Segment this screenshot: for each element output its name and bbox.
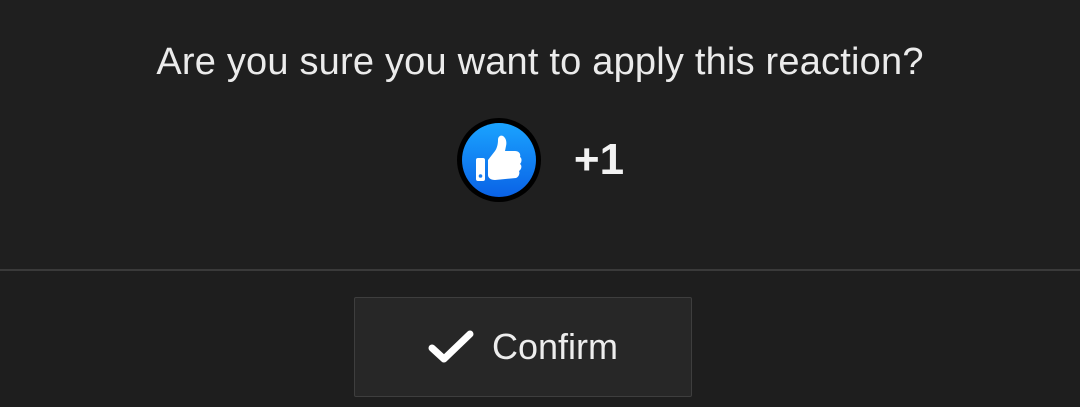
check-icon [428, 330, 474, 363]
reaction-confirm-dialog: Are you sure you want to apply this reac… [0, 0, 1080, 407]
reaction-preview: +1 [0, 116, 1080, 204]
confirm-button[interactable]: Confirm [354, 297, 692, 397]
confirm-button-label: Confirm [491, 326, 619, 367]
reaction-label: +1 [573, 135, 625, 184]
thumbs-up-icon [456, 118, 541, 202]
dialog-question: Are you sure you want to apply this reac… [156, 41, 924, 83]
dialog-body: Are you sure you want to apply this reac… [0, 0, 1080, 269]
dialog-footer: Confirm [0, 271, 1080, 407]
